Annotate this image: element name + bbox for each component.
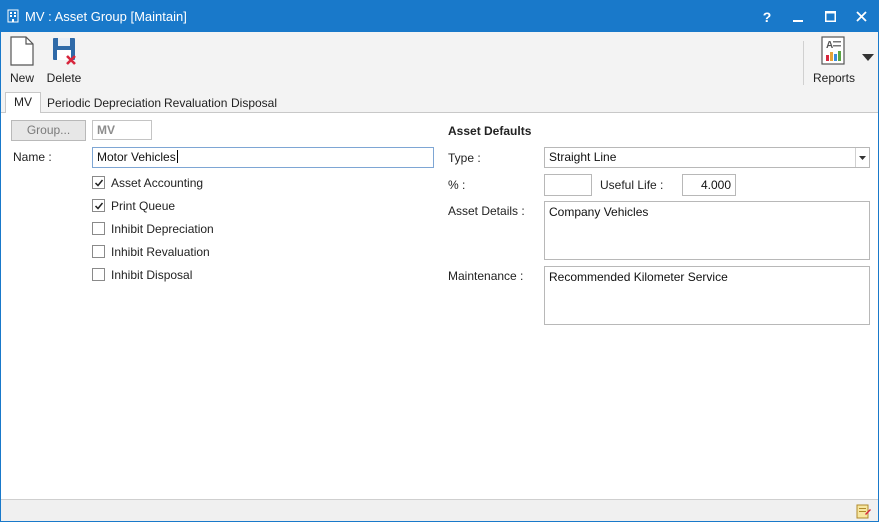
percent-label: % : (448, 178, 466, 192)
tab-revaluation[interactable]: Revaluation (161, 94, 230, 113)
minimize-button[interactable] (782, 1, 814, 32)
ribbon-toolbar: New Delete A Reports (1, 32, 878, 91)
name-value: Motor Vehicles (97, 150, 176, 164)
tab-periodic-depreciation[interactable]: Periodic Depreciation (44, 94, 164, 113)
close-button[interactable] (845, 1, 877, 32)
svg-text:A: A (826, 40, 833, 51)
delete-label: Delete (46, 71, 82, 85)
asset-details-textarea[interactable]: Company Vehicles (544, 201, 870, 260)
maximize-button[interactable] (814, 1, 846, 32)
inhibit-disposal-checkbox[interactable] (92, 268, 105, 281)
tab-strip: MV Periodic Depreciation Revaluation Dis… (1, 91, 878, 114)
tab-content-mv: Group... MV Name : Motor Vehicles Asset … (1, 113, 878, 499)
asset-accounting-label: Asset Accounting (111, 176, 204, 190)
title-bar: MV : Asset Group [Maintain] ? (1, 1, 878, 32)
type-dropdown-button[interactable] (855, 148, 869, 167)
asset-accounting-checkbox[interactable] (92, 176, 105, 189)
group-code-field: MV (92, 120, 152, 140)
maintenance-label: Maintenance : (448, 269, 524, 283)
new-document-icon (10, 36, 34, 66)
type-value: Straight Line (549, 150, 617, 164)
new-button[interactable]: New (8, 36, 36, 85)
useful-life-input[interactable]: 4.000 (682, 174, 736, 196)
name-input[interactable]: Motor Vehicles (92, 147, 434, 168)
reports-button[interactable]: A Reports (811, 36, 857, 85)
delete-button[interactable]: Delete (46, 36, 82, 85)
inhibit-revaluation-label: Inhibit Revaluation (111, 245, 210, 259)
type-label: Type : (448, 151, 481, 165)
chevron-down-icon (859, 155, 866, 160)
ribbon-dropdown-icon[interactable] (861, 52, 875, 62)
new-label: New (9, 71, 34, 85)
print-queue-checkbox[interactable] (92, 199, 105, 212)
maintenance-textarea[interactable]: Recommended Kilometer Service (544, 266, 870, 325)
tab-disposal[interactable]: Disposal (228, 94, 280, 113)
building-icon (7, 9, 19, 23)
report-chart-icon: A (821, 36, 845, 65)
inhibit-revaluation-checkbox[interactable] (92, 245, 105, 258)
useful-life-label: Useful Life : (600, 178, 664, 192)
window-title: MV : Asset Group [Maintain] (25, 9, 187, 24)
asset-group-window: MV : Asset Group [Maintain] ? New Delete… (0, 0, 879, 522)
help-button[interactable]: ? (751, 1, 783, 32)
asset-defaults-heading: Asset Defaults (448, 124, 532, 138)
name-label: Name : (13, 150, 52, 164)
inhibit-disposal-label: Inhibit Disposal (111, 268, 193, 282)
minimize-icon (793, 19, 803, 22)
maximize-icon (824, 11, 836, 22)
checkmark-icon (94, 179, 104, 187)
percent-input[interactable] (544, 174, 592, 196)
ribbon-separator (803, 41, 804, 85)
inhibit-depreciation-checkbox[interactable] (92, 222, 105, 235)
tab-mv[interactable]: MV (5, 92, 41, 114)
checkmark-icon (94, 202, 104, 210)
type-select[interactable]: Straight Line (544, 147, 870, 168)
group-button[interactable]: Group... (11, 120, 86, 141)
text-caret (176, 150, 178, 163)
asset-details-label: Asset Details : (448, 204, 525, 218)
reports-label: Reports (812, 71, 856, 85)
delete-save-icon (53, 38, 76, 65)
status-bar (1, 499, 878, 521)
inhibit-depreciation-label: Inhibit Depreciation (111, 222, 214, 236)
close-icon (855, 11, 867, 22)
notes-icon[interactable] (856, 503, 872, 519)
print-queue-label: Print Queue (111, 199, 176, 213)
